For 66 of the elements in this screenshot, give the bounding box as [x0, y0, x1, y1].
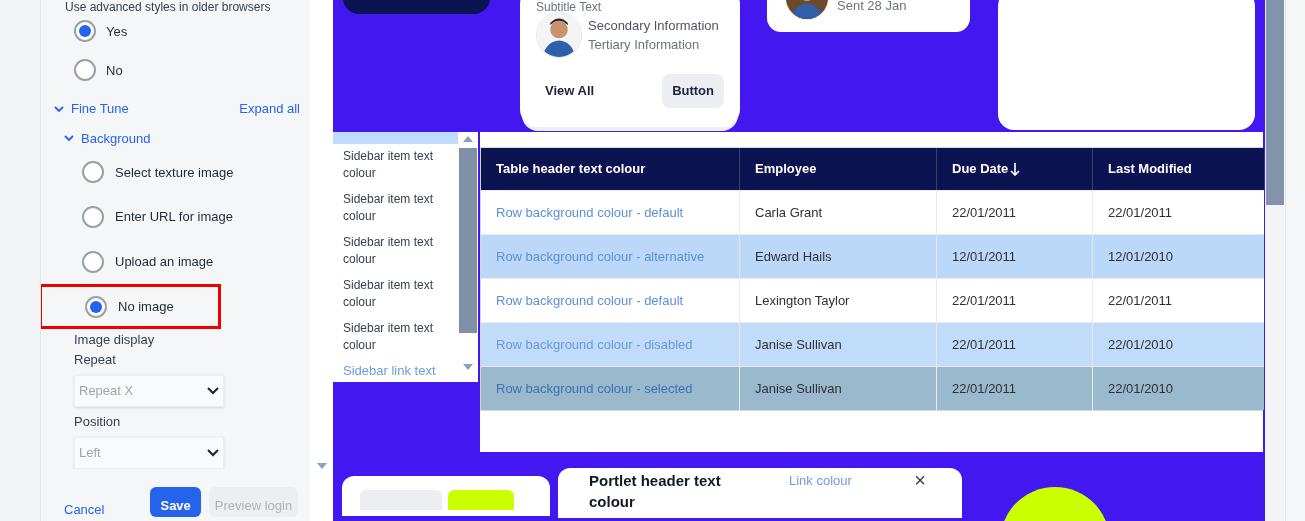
table-cell: Janise Sullivan: [739, 366, 936, 410]
table-cell: Row background colour - alternative: [481, 234, 739, 278]
sidebar-item[interactable]: Sidebar item text colour: [333, 230, 458, 273]
sidebar-item[interactable]: Sidebar item text colour: [333, 187, 458, 230]
table-cell: 12/01/2011: [936, 234, 1092, 278]
column-header[interactable]: Last Modified: [1092, 148, 1264, 190]
table-cell: 22/01/2011: [936, 278, 1092, 322]
radio-button[interactable]: [85, 295, 107, 318]
chevron-down-icon: [207, 449, 219, 458]
radio-button[interactable]: [82, 250, 104, 273]
table-cell: 22/01/2011: [936, 322, 1092, 366]
save-button[interactable]: Save: [150, 487, 201, 517]
view-all-link[interactable]: View All: [536, 81, 595, 101]
secondary-info: Secondary Information: [588, 17, 719, 35]
radio-button[interactable]: [82, 206, 104, 229]
table-cell: Row background colour - disabled: [481, 322, 739, 366]
scroll-up-icon[interactable]: [463, 136, 473, 142]
portlet-title: Portlet header text colour: [589, 471, 722, 512]
table-cell: 22/01/2011: [936, 366, 1092, 410]
card-subtitle: Subtitle Text: [536, 0, 603, 14]
field-label: Position: [74, 413, 122, 432]
sidebar-item[interactable]: Sidebar item text colour: [333, 144, 458, 187]
expand-all-link[interactable]: Expand all: [239, 99, 300, 119]
table-cell: Edward Hails: [739, 234, 936, 278]
chevron-icon[interactable]: [54, 104, 64, 115]
table-cell: 22/01/2010: [1092, 366, 1264, 410]
sort-down-icon[interactable]: [1010, 162, 1021, 176]
scrollbar-thumb[interactable]: [459, 148, 477, 333]
section-toggle[interactable]: Fine Tune: [71, 99, 129, 119]
cancel-link[interactable]: Cancel: [41, 491, 125, 521]
column-header[interactable]: Employee: [739, 148, 936, 190]
scrollbar-thumb[interactable]: [1266, 0, 1284, 205]
table-cell: Carla Grant: [739, 190, 936, 234]
radio-label: No image: [118, 297, 174, 316]
message-date: Sent 28 Jan: [837, 0, 907, 14]
chevron-icon[interactable]: [64, 133, 74, 144]
table-cell: 12/01/2010: [1092, 234, 1264, 278]
section-toggle[interactable]: Background: [81, 128, 151, 149]
sidebar-item[interactable]: Sidebar item text colour: [333, 273, 458, 316]
field-group-label: Image display: [73, 331, 156, 350]
column-header[interactable]: Due Date: [936, 148, 1092, 190]
close-button[interactable]: ×: [914, 470, 926, 491]
table-cell: 22/01/2010: [1092, 322, 1264, 366]
radio-label: Yes: [106, 22, 128, 41]
table-cell: 22/01/2011: [936, 190, 1092, 234]
chevron-down-icon: [207, 387, 219, 396]
table-cell: 22/01/2011: [1092, 190, 1264, 234]
column-header[interactable]: Table header text colour: [481, 148, 739, 190]
radio-button[interactable]: [74, 20, 96, 43]
scroll-down-icon[interactable]: [463, 364, 473, 370]
radio-label: Upload an image: [115, 253, 214, 272]
radio-button[interactable]: [82, 161, 104, 184]
table-cell: Janise Sullivan: [739, 322, 936, 366]
table-cell: 22/01/2011: [1092, 278, 1264, 322]
field-label: Repeat: [74, 351, 117, 370]
card-button[interactable]: Button: [662, 74, 724, 108]
table-cell: Lexington Taylor: [739, 278, 936, 322]
radio-button[interactable]: [74, 59, 96, 82]
radio-label: Enter URL for image: [115, 208, 233, 227]
scroll-down-icon[interactable]: [316, 463, 327, 469]
table-cell: Row background colour - selected: [481, 366, 739, 410]
radio-label: Select texture image: [115, 163, 234, 182]
tertiary-info: Tertiary Information: [588, 36, 701, 54]
radio-label: No: [106, 61, 123, 80]
section-heading: Use advanced styles in older browsers: [64, 0, 272, 14]
sidebar-item[interactable]: Sidebar item text colour: [333, 316, 458, 359]
